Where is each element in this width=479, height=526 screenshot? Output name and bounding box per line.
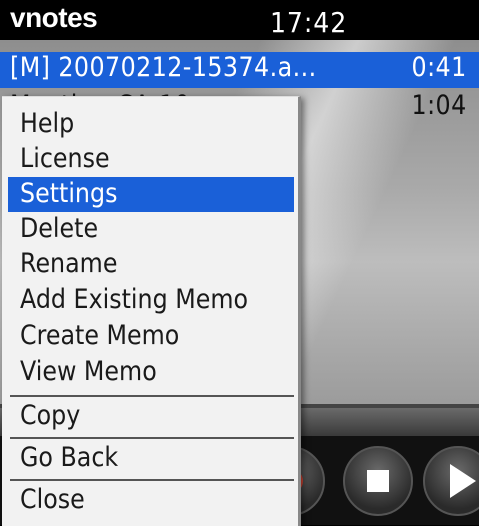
- menu-item-delete[interactable]: Delete: [8, 212, 294, 247]
- context-menu: Help License Settings Delete Rename Add …: [2, 96, 301, 526]
- app-title: vnotes: [10, 2, 98, 33]
- menu-item-help[interactable]: Help: [8, 107, 294, 142]
- menu-item-label: Go Back: [20, 442, 119, 473]
- menu-item-label: View Memo: [20, 356, 157, 387]
- play-icon: [450, 464, 476, 498]
- menu-item-label: Close: [20, 484, 85, 515]
- menu-item-label: Add Existing Memo: [20, 284, 249, 315]
- menu-item-label: Create Memo: [20, 320, 180, 351]
- menu-item-label: Help: [20, 108, 75, 139]
- menu-item-view-memo[interactable]: View Memo: [8, 355, 294, 390]
- menu-item-label: License: [20, 143, 110, 174]
- recording-duration: 1:04: [411, 90, 467, 121]
- recording-row-selected[interactable]: [M] 20070212-15374.a... 0:41: [0, 52, 479, 88]
- menu-separator: [10, 479, 294, 481]
- menu-item-license[interactable]: License: [8, 142, 294, 177]
- recording-name: [M] 20070212-15374.a...: [10, 52, 317, 83]
- menu-item-rename[interactable]: Rename: [8, 247, 294, 282]
- menu-item-label: Settings: [20, 178, 118, 209]
- status-bar: vnotes 17:42: [0, 0, 479, 40]
- menu-item-close[interactable]: Close: [8, 483, 294, 518]
- menu-item-label: Copy: [20, 400, 81, 431]
- menu-separator: [10, 395, 294, 397]
- menu-item-go-back[interactable]: Go Back: [8, 441, 294, 476]
- menu-item-create-memo[interactable]: Create Memo: [8, 319, 294, 354]
- menu-item-label: Delete: [20, 213, 99, 244]
- menu-item-label: Rename: [20, 248, 118, 279]
- menu-item-add-existing-memo[interactable]: Add Existing Memo: [8, 283, 294, 318]
- stop-button[interactable]: [343, 446, 413, 516]
- menu-separator: [10, 437, 294, 439]
- stop-icon: [367, 470, 389, 492]
- menu-item-copy[interactable]: Copy: [8, 399, 294, 434]
- clock: 17:42: [270, 6, 348, 39]
- recording-duration: 0:41: [411, 52, 467, 83]
- menu-item-settings[interactable]: Settings: [8, 177, 294, 212]
